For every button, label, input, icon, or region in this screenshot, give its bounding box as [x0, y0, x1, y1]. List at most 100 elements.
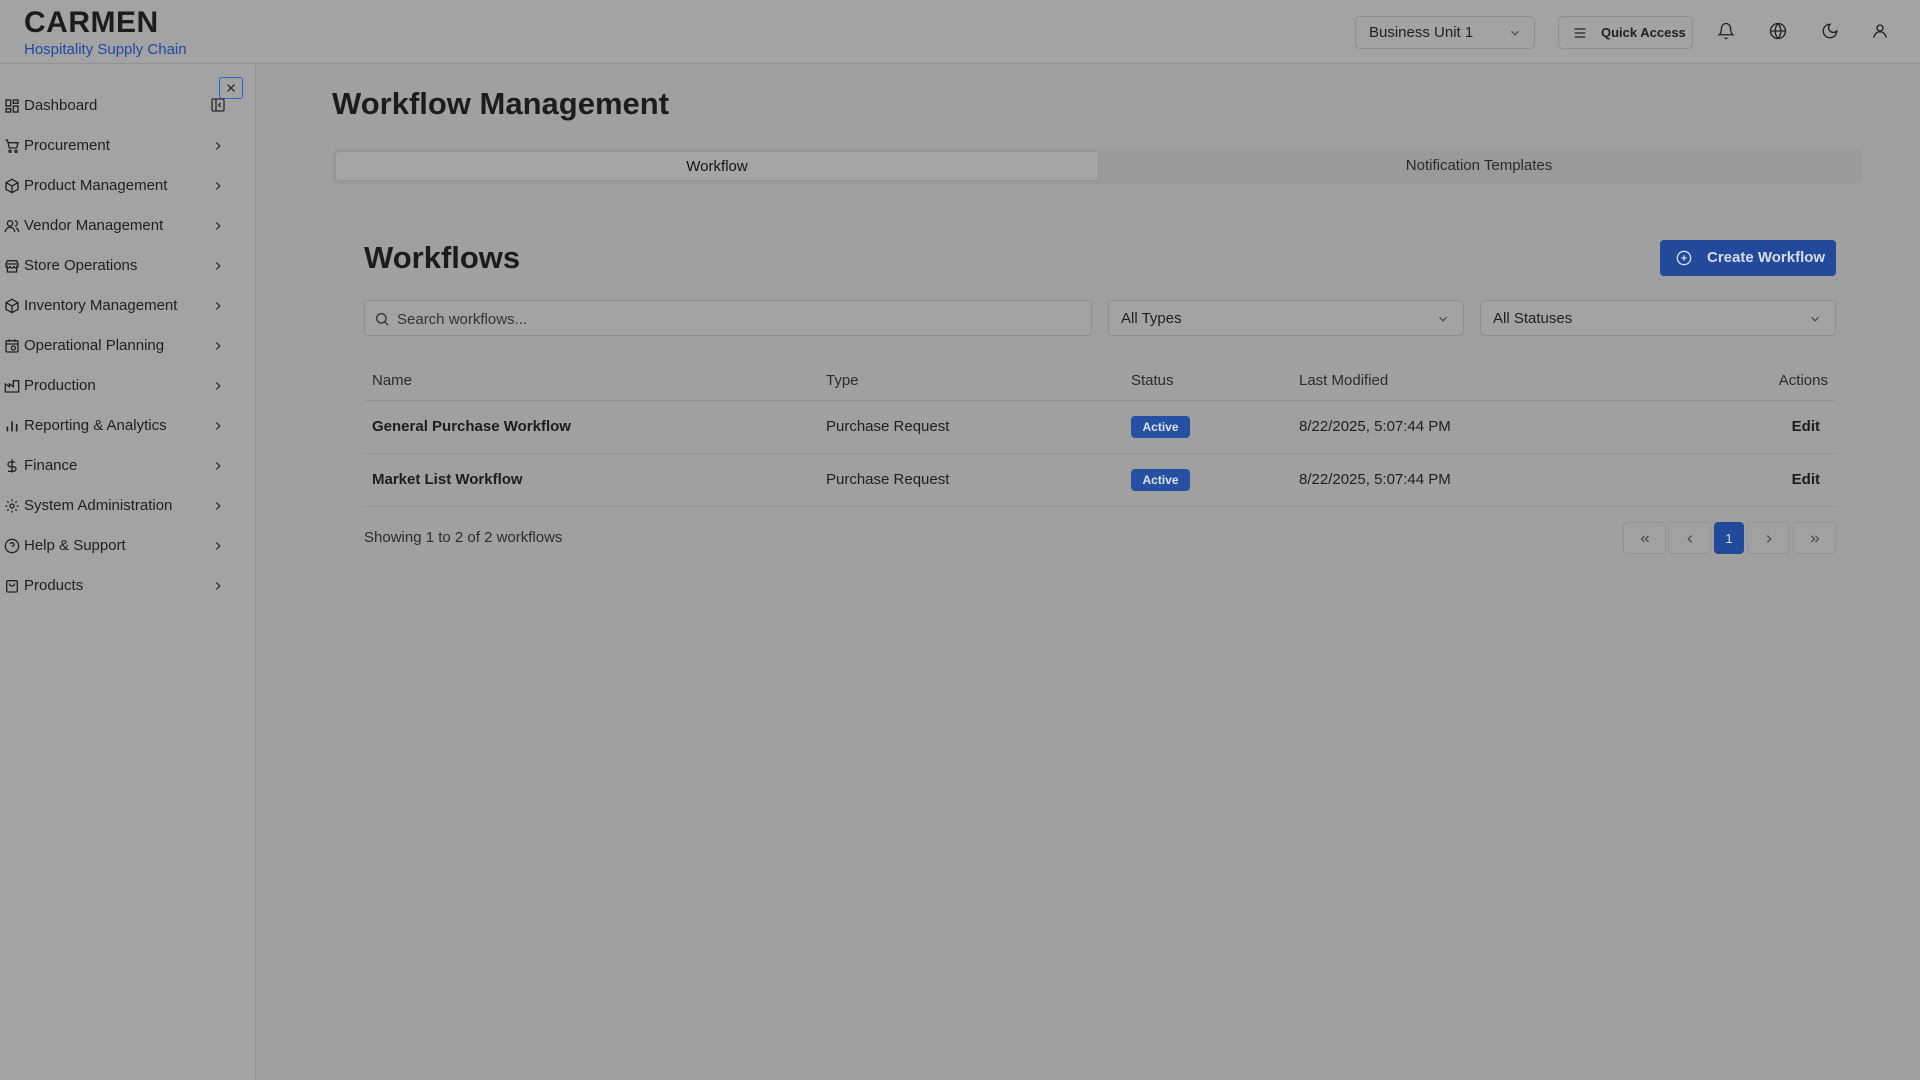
sidebar-item-label: Reporting & Analytics [24, 417, 167, 434]
sidebar-item-label: Production [24, 377, 96, 394]
search-input[interactable] [397, 309, 1077, 329]
menu-icon [1574, 28, 1586, 38]
chevron-right-icon [215, 462, 221, 470]
edit-button[interactable]: Edit [1792, 471, 1820, 488]
moon-icon[interactable] [1821, 22, 1839, 40]
chevron-right-icon [215, 542, 221, 550]
chevron-right-icon [215, 262, 221, 270]
column-header-actions: Actions [1778, 372, 1828, 389]
workflow-name[interactable]: General Purchase Workflow [372, 418, 571, 435]
tab-workflow[interactable]: Workflow [335, 151, 1099, 181]
last-modified: 8/22/2025, 5:07:44 PM [1299, 471, 1451, 488]
business-unit-select[interactable]: Business Unit 1 [1355, 16, 1535, 49]
main-content [280, 64, 1920, 1080]
business-unit-value: Business Unit 1 [1369, 24, 1474, 41]
dollar-icon [7, 459, 17, 473]
workflow-name[interactable]: Market List Workflow [372, 471, 523, 488]
chevron-right-icon [215, 342, 221, 350]
sidebar-item-system-administration[interactable]: System Administration [0, 488, 240, 524]
table-row[interactable]: Market List Workflow Purchase Request Ac… [364, 454, 1836, 507]
type-filter-select[interactable]: All Types [1108, 300, 1464, 336]
pagination-summary: Showing 1 to 2 of 2 workflows [364, 529, 563, 546]
workflow-type: Purchase Request [826, 471, 950, 488]
search-box [364, 300, 1092, 336]
last-page-button[interactable] [1793, 522, 1836, 554]
chevron-left-icon [1687, 535, 1693, 543]
column-header-status[interactable]: Status [1131, 372, 1174, 389]
sidebar-item-operational-planning[interactable]: Operational Planning [0, 328, 240, 364]
sidebar-item-inventory-management[interactable]: Inventory Management [0, 288, 240, 324]
create-workflow-label: Create Workflow [1707, 249, 1826, 266]
sidebar-item-label: Inventory Management [24, 297, 178, 314]
workflow-type: Purchase Request [826, 418, 950, 435]
sidebar-item-dashboard[interactable]: Dashboard [0, 88, 240, 124]
create-workflow-button[interactable]: Create Workflow [1660, 240, 1836, 276]
cart-icon [5, 139, 19, 153]
brand-title: CARMEN [24, 6, 159, 39]
sidebar-item-label: Operational Planning [24, 337, 165, 354]
dashboard-icon [5, 99, 19, 113]
sidebar-item-help-support[interactable]: Help & Support [0, 528, 240, 564]
sidebar-item-label: Vendor Management [24, 217, 164, 234]
sidebar-item-production[interactable]: Production [0, 368, 240, 404]
chevron-down-icon [1439, 316, 1447, 322]
sidebar-item-products[interactable]: Products [0, 568, 240, 604]
column-header-last-modified[interactable]: Last Modified [1299, 372, 1388, 389]
page-number-button[interactable]: 1 [1714, 522, 1744, 554]
chevrons-right-icon [1811, 535, 1820, 543]
table-row[interactable]: General Purchase Workflow Purchase Reque… [364, 401, 1836, 454]
tab-notification-templates[interactable]: Notification Templates [1100, 151, 1858, 181]
previous-page-button[interactable] [1668, 522, 1711, 554]
chevron-right-icon [215, 182, 221, 190]
bell-icon[interactable] [1717, 22, 1735, 40]
globe-icon[interactable] [1769, 22, 1787, 40]
sidebar-item-label: Products [24, 577, 84, 594]
chevron-right-icon [215, 142, 221, 150]
chevron-right-icon [215, 422, 221, 430]
sidebar-item-label: Dashboard [24, 97, 98, 114]
gear-icon [5, 499, 19, 513]
sidebar-item-product-management[interactable]: Product Management [0, 168, 240, 204]
chevron-right-icon [215, 502, 221, 510]
sidebar-item-procurement[interactable]: Procurement [0, 128, 240, 164]
status-badge: Active [1131, 469, 1190, 491]
chevron-down-icon [1811, 316, 1819, 322]
search-icon [376, 313, 389, 326]
column-header-type[interactable]: Type [826, 372, 859, 389]
last-modified: 8/22/2025, 5:07:44 PM [1299, 418, 1451, 435]
sidebar-item-reporting-analytics[interactable]: Reporting & Analytics [0, 408, 240, 444]
first-page-button[interactable] [1623, 522, 1666, 554]
help-icon [4, 538, 20, 554]
bag-icon [6, 580, 18, 593]
sidebar-item-label: Store Operations [24, 257, 138, 274]
next-page-button[interactable] [1747, 522, 1790, 554]
sidebar-item-label: Product Management [24, 177, 168, 194]
factory-icon [4, 380, 20, 393]
plus-circle-icon [1676, 250, 1692, 266]
tab-bar: Workflow Notification Templates [332, 149, 1862, 184]
chevron-down-icon [1511, 30, 1519, 36]
package-icon [5, 178, 19, 194]
chevron-right-icon [215, 302, 221, 310]
edit-button[interactable]: Edit [1792, 418, 1820, 435]
brand-subtitle: Hospitality Supply Chain [24, 41, 187, 58]
sidebar-item-finance[interactable]: Finance [0, 448, 240, 484]
sidebar-item-label: Help & Support [24, 537, 126, 554]
bar-chart-icon [6, 421, 18, 432]
status-filter-select[interactable]: All Statuses [1480, 300, 1836, 336]
box-icon [5, 298, 19, 314]
quick-access-button[interactable]: Quick Access [1558, 16, 1693, 49]
quick-access-label: Quick Access [1601, 25, 1686, 40]
status-badge: Active [1131, 416, 1190, 438]
page-title: Workflow Management [332, 86, 670, 121]
chevron-right-icon [1766, 535, 1772, 543]
status-filter-value: All Statuses [1493, 310, 1573, 327]
column-header-name[interactable]: Name [372, 372, 412, 389]
sidebar-item-label: Finance [24, 457, 78, 474]
store-icon [5, 260, 19, 273]
user-icon[interactable] [1871, 22, 1889, 40]
sidebar-item-store-operations[interactable]: Store Operations [0, 248, 240, 284]
chevron-right-icon [215, 582, 221, 590]
sidebar-item-vendor-management[interactable]: Vendor Management [0, 208, 240, 244]
chevrons-left-icon [1640, 535, 1649, 543]
